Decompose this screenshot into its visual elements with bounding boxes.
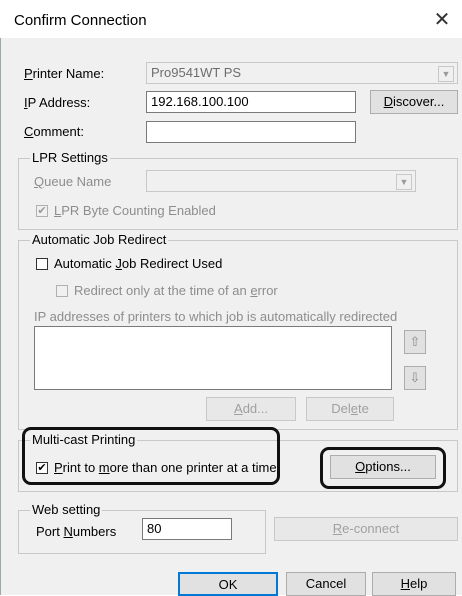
multicast-highlight-frame — [22, 427, 280, 485]
redirect-ip-list[interactable] — [34, 326, 392, 390]
printer-name-label: Printer Name: — [24, 66, 105, 81]
cancel-button[interactable]: Cancel — [286, 572, 366, 596]
comment-input[interactable] — [146, 121, 356, 143]
redirect-error-only-checkbox[interactable] — [56, 285, 68, 297]
redirect-list-label: IP addresses of printers to which job is… — [34, 309, 398, 324]
ip-address-label: IP Address: — [24, 95, 91, 110]
lpr-byte-counting-label: LPR Byte Counting Enabled — [54, 203, 216, 218]
window-title: Confirm Connection — [14, 12, 147, 29]
options-highlight-frame — [320, 447, 446, 489]
queue-name-combo[interactable]: ▼ — [146, 170, 416, 192]
comment-label: Comment: — [24, 124, 84, 139]
auto-redirect-used-label: Automatic Job Redirect Used — [54, 256, 223, 271]
lpr-byte-counting-checkbox[interactable]: ✔ — [36, 205, 48, 217]
delete-button[interactable]: Delete — [306, 397, 394, 421]
port-numbers-input[interactable]: 80 — [142, 518, 232, 540]
chevron-down-icon: ▼ — [438, 66, 454, 82]
auto-redirect-title: Automatic Job Redirect — [30, 232, 169, 247]
help-button[interactable]: Help — [372, 572, 456, 596]
move-up-icon[interactable]: ⇧ — [404, 330, 426, 354]
printer-name-combo[interactable]: Pro9541WT PS ▼ — [146, 62, 458, 84]
discover-button[interactable]: Discover... — [370, 90, 458, 114]
close-icon[interactable]: ✕ — [430, 8, 454, 32]
queue-name-label: Queue Name — [34, 174, 112, 189]
add-button[interactable]: Add... — [206, 397, 296, 421]
web-setting-title: Web setting — [30, 502, 103, 517]
check-icon: ✔ — [37, 205, 47, 217]
auto-redirect-used-checkbox[interactable] — [36, 258, 48, 270]
reconnect-button[interactable]: Re-connect — [274, 517, 458, 541]
ip-address-input[interactable]: 192.168.100.100 — [146, 91, 356, 113]
lpr-settings-title: LPR Settings — [30, 150, 110, 165]
lpr-settings-group — [18, 158, 458, 230]
port-numbers-label: Port Numbers — [36, 524, 117, 539]
printer-name-value: Pro9541WT PS — [151, 65, 242, 80]
chevron-down-icon: ▼ — [396, 174, 412, 190]
redirect-error-only-label: Redirect only at the time of an error — [74, 283, 278, 298]
move-down-icon[interactable]: ⇩ — [404, 366, 426, 390]
ok-button[interactable]: OK — [178, 572, 278, 596]
